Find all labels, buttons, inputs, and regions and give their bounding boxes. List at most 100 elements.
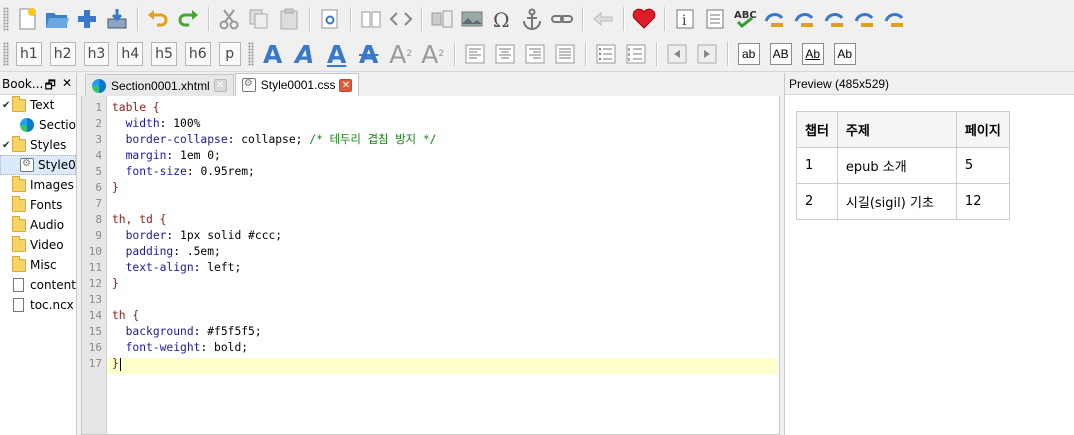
open-folder-icon[interactable] — [42, 4, 72, 34]
decrease-indent-icon[interactable] — [662, 39, 692, 69]
validate-icon[interactable] — [880, 4, 910, 34]
italic-icon[interactable]: A — [290, 39, 320, 69]
folder-icon — [12, 215, 26, 232]
bold-icon[interactable]: A — [258, 39, 288, 69]
table-header-cell: 주제 — [836, 111, 957, 148]
validate-icon[interactable] — [820, 4, 850, 34]
redo-icon[interactable] — [173, 4, 203, 34]
tree-folder-images[interactable]: Images — [0, 175, 76, 195]
tree-file-content[interactable]: content. — [0, 275, 76, 295]
validate-icon[interactable] — [790, 4, 820, 34]
heading-1-button[interactable]: h1 — [16, 42, 42, 66]
underline-icon[interactable]: A — [322, 39, 352, 69]
heading-2-button[interactable]: h2 — [49, 42, 76, 66]
bullet-list-icon[interactable] — [591, 39, 621, 69]
xhtml-file-icon — [20, 118, 34, 132]
split-view-icon[interactable] — [427, 4, 457, 34]
superscript-icon[interactable]: A2 — [418, 39, 448, 69]
code-line[interactable]: } — [112, 356, 121, 372]
float-panel-icon[interactable]: 🗗 — [45, 76, 56, 97]
heading-5-button[interactable]: h5 — [151, 42, 177, 66]
uppercase-button[interactable]: AB — [769, 43, 792, 65]
close-tab-icon[interactable]: ✕ — [339, 78, 353, 92]
code-line[interactable]: margin: 1em 0; — [112, 148, 221, 164]
tree-file-style[interactable]: Style0 — [0, 155, 76, 175]
code-line[interactable]: } — [112, 180, 119, 196]
toolbar-grip[interactable] — [247, 42, 254, 66]
tab-style0001[interactable]: Style0001.css ✕ — [234, 73, 360, 96]
lowercase-button[interactable]: ab — [737, 43, 760, 65]
preview-title: Preview (485x529) — [789, 76, 890, 91]
tree-file-section[interactable]: Sectio — [0, 115, 76, 135]
validate-icon[interactable] — [760, 4, 790, 34]
capitalize-button[interactable]: Ab — [801, 43, 824, 65]
code-line[interactable]: } — [112, 276, 119, 292]
tree-folder-misc[interactable]: Misc — [0, 255, 76, 275]
heading-4-button[interactable]: h4 — [117, 42, 144, 66]
align-center-icon[interactable] — [490, 39, 520, 69]
titlecase-button[interactable]: Ab — [833, 43, 856, 65]
toolbar-grip[interactable] — [3, 42, 9, 66]
increase-indent-icon[interactable] — [692, 39, 722, 69]
table-cell: epub 소개 — [836, 147, 957, 184]
paragraph-button[interactable]: p — [218, 42, 241, 66]
code-editor[interactable]: 1 2 3 4 5 6 7 8 9 10 11 12 13 14 15 16 17 table { width:… — [81, 96, 780, 435]
insert-image-icon[interactable] — [457, 4, 487, 34]
code-line[interactable]: background: #f5f5f5; — [112, 324, 262, 340]
book-view-icon[interactable] — [356, 4, 386, 34]
tree-folder-audio[interactable]: Audio — [0, 215, 76, 235]
undo-icon[interactable] — [143, 4, 173, 34]
code-line[interactable]: font-weight: bold; — [112, 340, 248, 356]
expand-check-icon[interactable]: ✔ — [2, 140, 10, 151]
table-cell: 12 — [955, 183, 1010, 220]
validate-icon[interactable] — [850, 4, 880, 34]
tree-folder-video[interactable]: Video — [0, 235, 76, 255]
tab-section0001[interactable]: Section0001.xhtml ✕ — [85, 74, 234, 96]
table-of-contents-icon[interactable] — [700, 4, 730, 34]
align-right-icon[interactable] — [520, 39, 550, 69]
back-arrow-icon[interactable] — [588, 4, 618, 34]
heading-3-button[interactable]: h3 — [83, 42, 110, 66]
find-icon[interactable] — [315, 4, 345, 34]
code-line[interactable]: text-align: left; — [112, 260, 242, 276]
code-line[interactable]: table { — [112, 100, 160, 116]
save-icon[interactable] — [102, 4, 132, 34]
code-line[interactable]: font-size: 0.95rem; — [112, 164, 255, 180]
donate-heart-icon[interactable] — [629, 4, 659, 34]
css-file-icon — [20, 158, 34, 172]
code-line[interactable]: border-collapse: collapse; /* 테두리 겹침 방지 … — [112, 132, 437, 148]
file-icon — [13, 298, 24, 312]
strikethrough-icon[interactable]: A — [354, 39, 384, 69]
align-left-icon[interactable] — [460, 39, 490, 69]
preview-panel: Preview (485x529) 챕터 주제 페이지 1 epub 소개 5 … — [784, 73, 1074, 435]
svg-text:i: i — [682, 13, 687, 29]
expand-check-icon[interactable]: ✔ — [2, 100, 10, 111]
code-line[interactable]: padding: .5em; — [112, 244, 221, 260]
tree-folder-text[interactable]: ✔ Text — [0, 95, 76, 115]
align-justify-icon[interactable] — [550, 39, 580, 69]
subscript-icon[interactable]: A2 — [386, 39, 416, 69]
cut-icon[interactable] — [214, 4, 244, 34]
numbered-list-icon[interactable] — [621, 39, 651, 69]
new-file-icon[interactable] — [12, 4, 42, 34]
anchor-icon[interactable] — [517, 4, 547, 34]
close-panel-icon[interactable]: ✕ — [62, 76, 72, 97]
copy-icon[interactable] — [244, 4, 274, 34]
add-file-icon[interactable] — [72, 4, 102, 34]
tree-folder-styles[interactable]: ✔ Styles — [0, 135, 76, 155]
tree-file-toc[interactable]: toc.ncx — [0, 295, 76, 315]
code-view-icon[interactable] — [386, 4, 416, 34]
spellcheck-icon[interactable]: ABC — [730, 4, 760, 34]
special-character-icon[interactable]: Ω — [487, 4, 517, 34]
tree-folder-fonts[interactable]: Fonts — [0, 195, 76, 215]
heading-6-button[interactable]: h6 — [184, 42, 211, 66]
code-line[interactable]: th, td { — [112, 212, 166, 228]
code-line[interactable]: border: 1px solid #ccc; — [112, 228, 282, 244]
toolbar-grip[interactable] — [3, 6, 9, 31]
metadata-icon[interactable]: i — [670, 4, 700, 34]
paste-icon[interactable] — [274, 4, 304, 34]
close-tab-icon[interactable]: ✕ — [213, 79, 227, 92]
code-line[interactable]: th { — [112, 308, 139, 324]
code-line[interactable]: width: 100% — [112, 116, 201, 132]
link-icon[interactable] — [547, 4, 577, 34]
